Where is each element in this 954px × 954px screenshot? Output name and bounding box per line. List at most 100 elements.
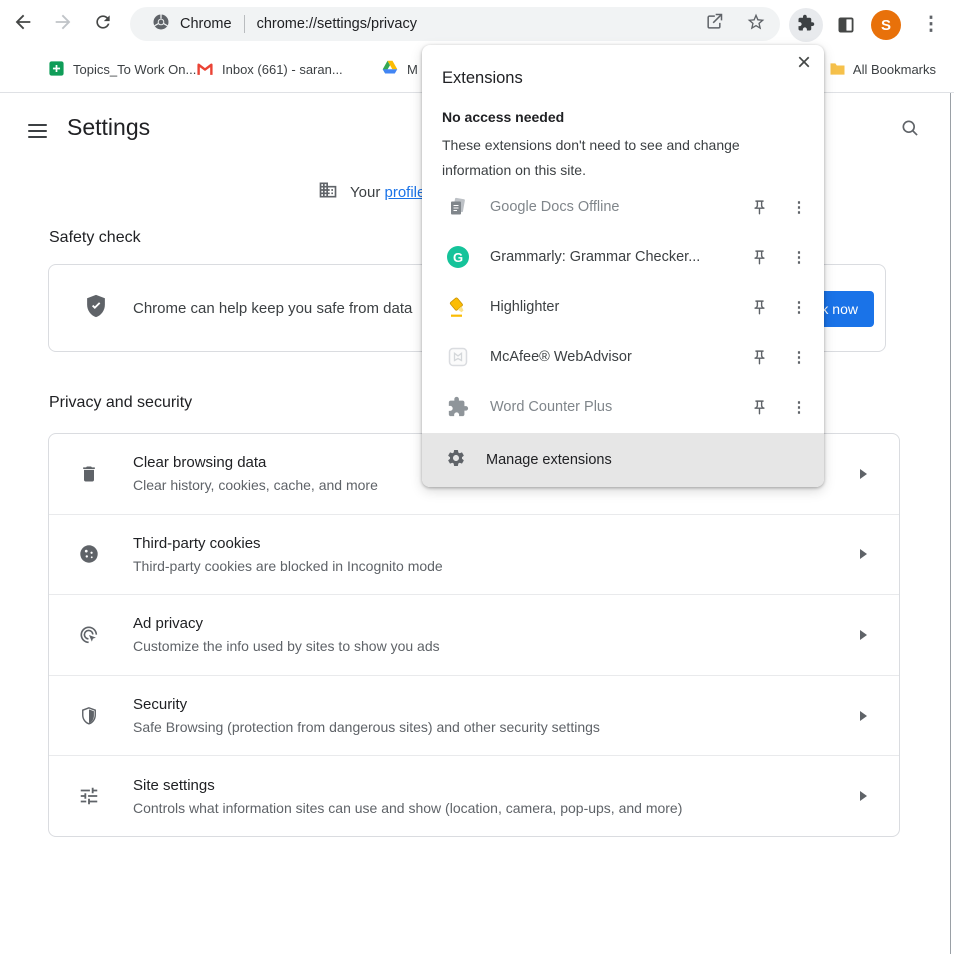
pin-button[interactable] bbox=[744, 249, 774, 266]
side-panel-button[interactable] bbox=[836, 15, 856, 40]
extensions-button[interactable] bbox=[789, 8, 823, 42]
side-panel-icon bbox=[836, 22, 856, 39]
row-security[interactable]: Security Safe Browsing (protection from … bbox=[49, 675, 899, 756]
extension-row-word-counter-plus[interactable]: Word Counter Plus ⋮ bbox=[422, 382, 824, 432]
extension-name: Highlighter bbox=[490, 299, 744, 315]
row-site-settings[interactable]: Site settings Controls what information … bbox=[49, 755, 899, 836]
pin-icon bbox=[751, 249, 768, 266]
extension-menu-button[interactable]: ⋮ bbox=[774, 350, 824, 365]
bookmark-topics[interactable]: Topics_To Work On... bbox=[48, 47, 196, 92]
url-page-label: Chrome bbox=[180, 16, 232, 32]
grammarly-icon: G bbox=[446, 246, 470, 268]
reload-button[interactable] bbox=[92, 13, 114, 35]
privacy-card: Clear browsing data Clear history, cooki… bbox=[48, 433, 900, 837]
chevron-right-icon bbox=[860, 791, 867, 801]
trash-icon bbox=[77, 463, 101, 485]
mcafee-icon bbox=[446, 345, 470, 369]
kebab-menu-icon: ⋮ bbox=[922, 15, 941, 34]
extension-menu-button[interactable]: ⋮ bbox=[774, 400, 824, 415]
url-text: chrome://settings/privacy bbox=[257, 16, 417, 32]
row-title: Ad privacy bbox=[133, 615, 440, 632]
row-subtitle: Controls what information sites can use … bbox=[133, 800, 682, 816]
row-title: Clear browsing data bbox=[133, 454, 378, 471]
profile-link[interactable]: profile bbox=[384, 184, 425, 201]
bookmark-drive[interactable]: M bbox=[381, 47, 418, 92]
no-access-heading: No access needed bbox=[442, 109, 564, 125]
share-icon[interactable] bbox=[704, 12, 724, 37]
main-menu-button[interactable] bbox=[28, 124, 47, 138]
no-access-description: These extensions don't need to see and c… bbox=[442, 133, 740, 183]
page-title: Settings bbox=[67, 114, 150, 141]
row-subtitle: Clear history, cookies, cache, and more bbox=[133, 477, 378, 493]
close-icon: × bbox=[797, 49, 811, 77]
row-title: Third-party cookies bbox=[133, 535, 443, 552]
search-icon bbox=[900, 125, 920, 142]
chevron-right-icon bbox=[860, 549, 867, 559]
puzzle-icon bbox=[797, 14, 815, 37]
browser-window: Chrome chrome://settings/privacy S ⋮ Top… bbox=[0, 0, 954, 954]
extension-menu-button[interactable]: ⋮ bbox=[774, 300, 824, 315]
pin-icon bbox=[751, 399, 768, 416]
row-title: Security bbox=[133, 696, 600, 713]
highlighter-icon bbox=[446, 295, 470, 319]
manage-extensions-button[interactable]: Manage extensions bbox=[422, 433, 824, 487]
row-ad-privacy[interactable]: Ad privacy Customize the info used by si… bbox=[49, 594, 899, 675]
forward-button[interactable] bbox=[52, 13, 74, 35]
extension-name: Google Docs Offline bbox=[490, 199, 744, 215]
pin-icon bbox=[751, 199, 768, 216]
bookmark-star-icon[interactable] bbox=[746, 12, 766, 37]
extension-row-mcafee-webadvisor[interactable]: McAfee® WebAdvisor ⋮ bbox=[422, 332, 824, 382]
chevron-right-icon bbox=[860, 630, 867, 640]
extensions-popup-title: Extensions bbox=[442, 69, 523, 88]
all-bookmarks-button[interactable]: All Bookmarks bbox=[853, 47, 936, 92]
browser-menu-button[interactable]: ⋮ bbox=[920, 13, 942, 35]
bookmark-label: Topics_To Work On... bbox=[73, 62, 196, 77]
extension-menu-button[interactable]: ⋮ bbox=[774, 200, 824, 215]
gear-icon bbox=[446, 448, 466, 473]
cookie-icon bbox=[77, 543, 101, 565]
reload-icon bbox=[93, 12, 113, 37]
building-icon bbox=[318, 180, 338, 204]
pin-button[interactable] bbox=[744, 199, 774, 216]
search-settings-button[interactable] bbox=[900, 118, 920, 143]
pin-button[interactable] bbox=[744, 299, 774, 316]
folder-icon bbox=[829, 62, 846, 79]
extension-row-google-docs-offline[interactable]: Google Docs Offline ⋮ bbox=[422, 182, 824, 232]
extension-menu-button[interactable]: ⋮ bbox=[774, 250, 824, 265]
drive-icon bbox=[381, 60, 399, 79]
row-subtitle: Third-party cookies are blocked in Incog… bbox=[133, 558, 443, 574]
row-third-party-cookies[interactable]: Third-party cookies Third-party cookies … bbox=[49, 514, 899, 595]
ads-click-icon bbox=[77, 624, 101, 646]
extension-row-grammarly[interactable]: G Grammarly: Grammar Checker... ⋮ bbox=[422, 232, 824, 282]
close-button[interactable]: × bbox=[790, 49, 818, 77]
extensions-popup: Extensions × No access needed These exte… bbox=[422, 45, 824, 487]
pin-icon bbox=[751, 349, 768, 366]
extension-row-highlighter[interactable]: Highlighter ⋮ bbox=[422, 282, 824, 332]
shield-icon bbox=[77, 705, 101, 727]
safety-check-text: Chrome can help keep you safe from data bbox=[133, 300, 412, 317]
address-bar[interactable]: Chrome chrome://settings/privacy bbox=[130, 7, 780, 41]
docs-offline-icon bbox=[446, 195, 470, 219]
privacy-heading: Privacy and security bbox=[49, 394, 192, 412]
managed-profile-row: Your profile bbox=[318, 180, 425, 204]
back-arrow-icon bbox=[12, 11, 34, 38]
extension-name: McAfee® WebAdvisor bbox=[490, 349, 744, 365]
all-bookmarks-label: All Bookmarks bbox=[853, 62, 936, 77]
chevron-right-icon bbox=[860, 711, 867, 721]
chrome-logo-icon bbox=[152, 13, 170, 36]
chevron-right-icon bbox=[860, 469, 867, 479]
back-button[interactable] bbox=[12, 13, 34, 35]
pin-button[interactable] bbox=[744, 399, 774, 416]
sheets-icon bbox=[48, 60, 65, 80]
forward-arrow-icon bbox=[52, 11, 74, 38]
pin-button[interactable] bbox=[744, 349, 774, 366]
extensions-list: Google Docs Offline ⋮ G Grammarly: Gramm… bbox=[422, 182, 824, 432]
url-separator bbox=[244, 15, 245, 33]
row-subtitle: Safe Browsing (protection from dangerous… bbox=[133, 719, 600, 735]
bookmark-label: M bbox=[407, 62, 418, 77]
bookmark-inbox[interactable]: Inbox (661) - saran... bbox=[196, 47, 343, 92]
extension-name: Word Counter Plus bbox=[490, 399, 744, 415]
shield-check-icon bbox=[83, 293, 109, 324]
window-right-edge bbox=[950, 93, 951, 954]
profile-avatar[interactable]: S bbox=[871, 10, 901, 40]
